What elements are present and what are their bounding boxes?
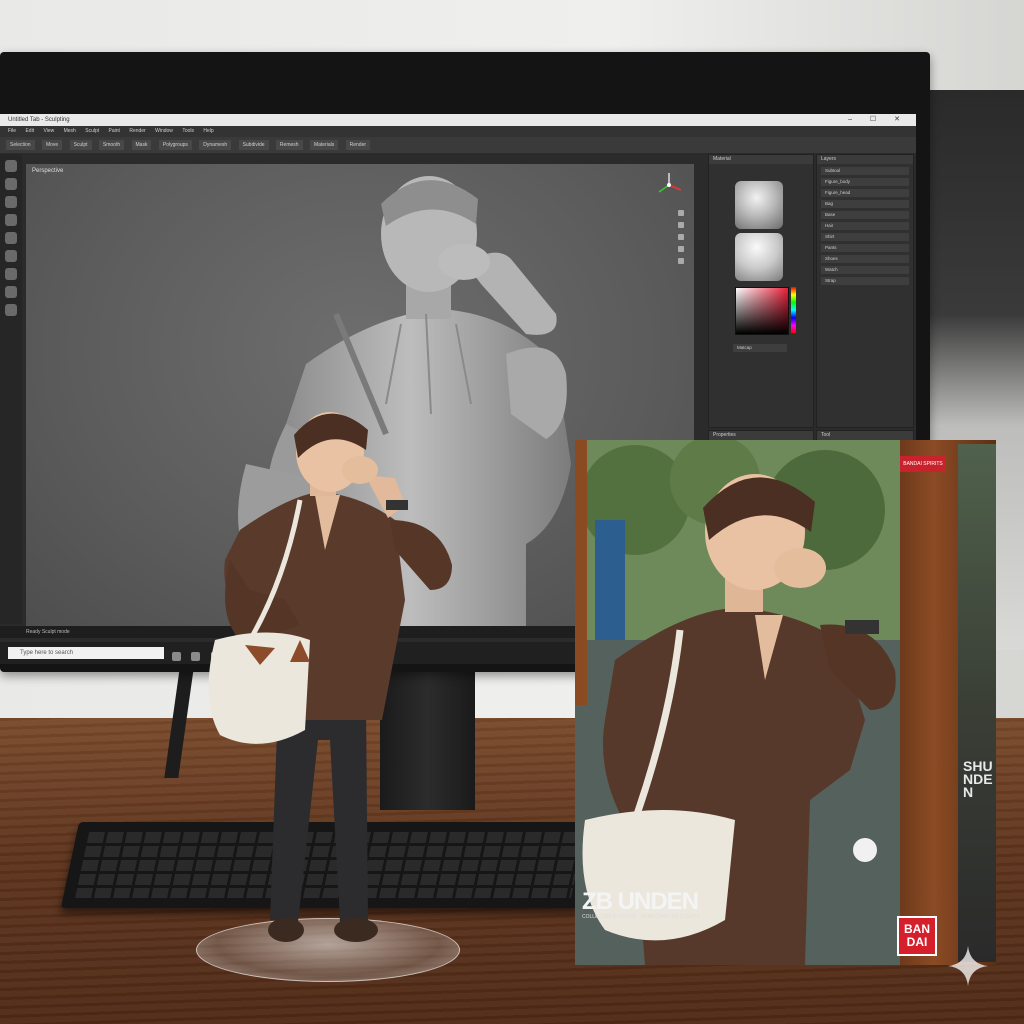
left-tool-palette (0, 154, 22, 624)
tool-sculpt[interactable]: Sculpt (69, 140, 92, 150)
hue-slider[interactable] (791, 287, 796, 333)
menu-render[interactable]: Render (129, 128, 145, 134)
smooth-tool-icon[interactable] (5, 214, 17, 226)
app-title: Untitled Tab - Sculpting (8, 117, 70, 123)
frame-icon[interactable] (678, 246, 684, 252)
tool-selection[interactable]: Selection (6, 140, 35, 150)
tool-render[interactable]: Render (345, 140, 371, 150)
tool-subdivide[interactable]: Subdivide (238, 140, 269, 150)
product-box-front (575, 440, 905, 965)
layers-panel-title: Layers (817, 155, 913, 164)
task-view-icon[interactable] (172, 652, 181, 661)
box-fine-print: COLLECTIBLE FIGURE · HANDCRAFTED SCULPT (582, 914, 700, 920)
tool-smooth[interactable]: Smooth (98, 140, 125, 150)
axis-gizmo-icon[interactable] (654, 170, 684, 200)
menu-bar: File Edit View Mesh Sculpt Paint Render … (0, 126, 916, 137)
tool-mask[interactable]: Mask (131, 140, 152, 150)
bandai-logo: BAN DAI (897, 916, 937, 956)
tool-polygroups[interactable]: Polygroups (158, 140, 192, 150)
painted-figure (208, 412, 452, 942)
window-controls[interactable]: – ☐ ✕ (848, 114, 908, 126)
toolbar: Selection Move Sculpt Smooth Mask Polygr… (0, 137, 916, 153)
viewport-label: Perspective (32, 168, 64, 174)
material-row[interactable]: Matcap (733, 344, 787, 352)
layer-item[interactable]: Watch (821, 266, 909, 274)
viewport-nav-icons (678, 204, 688, 270)
menu-file[interactable]: File (8, 128, 16, 134)
tool-panel-title: Tool (817, 431, 913, 440)
menu-edit[interactable]: Edit (25, 128, 34, 134)
app-titlebar: Untitled Tab - Sculpting – ☐ ✕ (0, 114, 916, 126)
layer-item[interactable]: Base (821, 211, 909, 219)
layer-item[interactable]: Strap (821, 277, 909, 285)
tool-materials[interactable]: Materials (309, 140, 339, 150)
brush-tool-icon[interactable] (5, 196, 17, 208)
clay-tool-icon[interactable] (5, 232, 17, 244)
menu-window[interactable]: Window (155, 128, 173, 134)
layers-panel: Layers Subtool Figure_body Figure_head B… (816, 154, 914, 428)
matcap-sphere-primary[interactable] (735, 181, 783, 229)
tool-remesh[interactable]: Remesh (275, 140, 303, 150)
menu-paint[interactable]: Paint (109, 128, 120, 134)
menu-view[interactable]: View (43, 128, 54, 134)
layer-tool-icon[interactable] (5, 304, 17, 316)
box-side-art (958, 444, 996, 962)
inflate-tool-icon[interactable] (5, 250, 17, 262)
tool-move[interactable]: Move (41, 140, 63, 150)
orbit-icon[interactable] (678, 210, 684, 216)
menu-mesh[interactable]: Mesh (64, 128, 76, 134)
material-panel: Material Matcap (708, 154, 814, 428)
pinch-tool-icon[interactable] (5, 268, 17, 280)
menu-help[interactable]: Help (203, 128, 213, 134)
layer-item[interactable]: Shoes (821, 255, 909, 263)
pan-icon[interactable] (678, 222, 684, 228)
zoom-icon[interactable] (678, 234, 684, 240)
properties-panel-title: Properties (709, 431, 813, 440)
layer-item[interactable]: Figure_body (821, 178, 909, 186)
menu-tools[interactable]: Tools (182, 128, 194, 134)
box-brand: ZB UNDEN (582, 888, 699, 915)
box-badge: BANDAI SPIRITS (900, 456, 946, 472)
sparkle-icon (948, 946, 988, 986)
move-tool-icon[interactable] (5, 178, 17, 190)
taskbar-search-input[interactable]: Type here to search (8, 647, 164, 659)
layer-item[interactable]: Pants (821, 244, 909, 252)
menu-sculpt[interactable]: Sculpt (85, 128, 99, 134)
layer-item[interactable]: Figure_head (821, 189, 909, 197)
layer-item[interactable]: Bag (821, 200, 909, 208)
color-picker[interactable] (735, 287, 789, 335)
material-panel-title: Material (709, 155, 813, 164)
layer-item[interactable]: Subtool (821, 167, 909, 175)
perspective-icon[interactable] (678, 258, 684, 264)
box-art (575, 440, 905, 965)
matcap-sphere-secondary[interactable] (735, 233, 783, 281)
box-left-edge (575, 440, 587, 705)
select-tool-icon[interactable] (5, 160, 17, 172)
tool-dynamesh[interactable]: Dynamesh (199, 140, 232, 150)
box-side-text: SHUNDEN (963, 758, 993, 800)
layer-item[interactable]: Hair (821, 222, 909, 230)
mask-tool-icon[interactable] (5, 286, 17, 298)
layer-item[interactable]: Shirt (821, 233, 909, 241)
